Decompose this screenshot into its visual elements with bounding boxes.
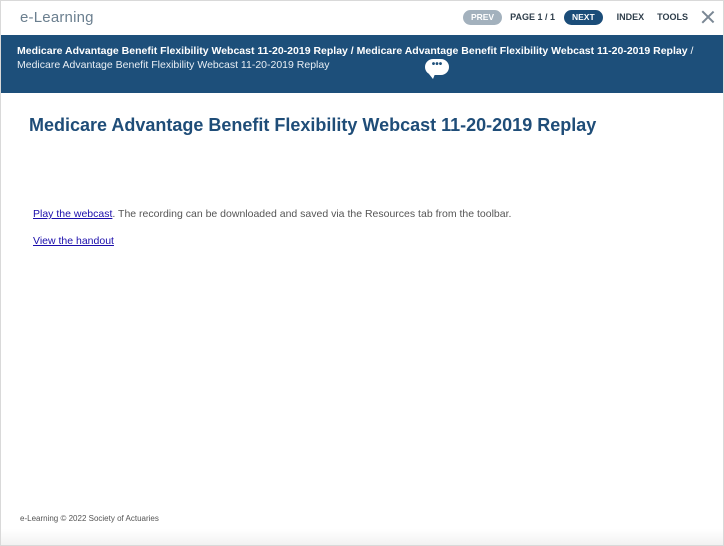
breadcrumb-current: Medicare Advantage Benefit Flexibility W… — [17, 58, 330, 71]
webcast-line: Play the webcast. The recording can be d… — [33, 208, 511, 220]
page-navigation: PREV PAGE 1 / 1 NEXT INDEX TOOLS — [462, 9, 715, 25]
footer-bar — [1, 529, 723, 545]
header-banner: Medicare Advantage Benefit Flexibility W… — [1, 35, 723, 93]
app-window: e-Learning PREV PAGE 1 / 1 NEXT INDEX TO… — [0, 0, 724, 546]
next-button[interactable]: NEXT — [563, 9, 603, 25]
top-bar: e-Learning PREV PAGE 1 / 1 NEXT INDEX TO… — [1, 1, 723, 33]
breadcrumb-item[interactable]: Medicare Advantage Benefit Flexibility W… — [17, 45, 348, 57]
handout-line: View the handout — [33, 235, 114, 247]
tools-button[interactable]: TOOLS — [657, 12, 688, 22]
page-indicator: PAGE 1 / 1 — [510, 12, 555, 22]
breadcrumb-separator: / — [687, 45, 694, 57]
page-title: Medicare Advantage Benefit Flexibility W… — [29, 115, 597, 135]
index-button[interactable]: INDEX — [617, 12, 645, 22]
play-webcast-link[interactable]: Play the webcast — [33, 208, 112, 220]
close-icon[interactable] — [701, 10, 715, 24]
footer-copyright: e-Learning © 2022 Society of Actuaries — [20, 514, 159, 523]
breadcrumb-item[interactable]: Medicare Advantage Benefit Flexibility W… — [357, 45, 688, 57]
breadcrumb: Medicare Advantage Benefit Flexibility W… — [17, 45, 717, 72]
view-handout-link[interactable]: View the handout — [33, 235, 114, 247]
prev-button[interactable]: PREV — [462, 9, 503, 25]
webcast-description: . The recording can be downloaded and sa… — [112, 208, 512, 220]
chat-bubble-icon[interactable]: ••• — [425, 59, 449, 79]
breadcrumb-separator: / — [347, 45, 357, 57]
app-title: e-Learning — [20, 9, 94, 26]
